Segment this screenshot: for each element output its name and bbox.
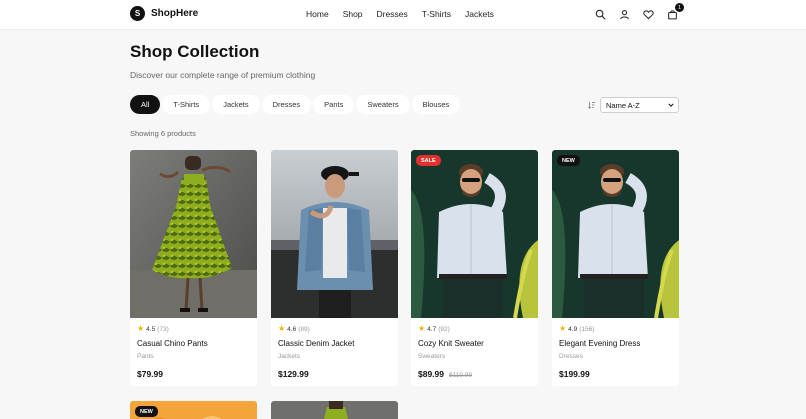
cart-count-badge: 1 [675,3,684,12]
sort-control: Name A-Z [588,96,679,114]
main-nav: Home Shop Dresses T-Shirts Jackets [306,9,494,19]
nav-home[interactable]: Home [306,9,329,19]
product-price: $79.99 [137,369,163,379]
product-image[interactable] [411,150,538,318]
rating-value: 4.6 [287,325,297,333]
star-icon: ★ [418,324,426,333]
filter-all[interactable]: All [130,95,161,114]
review-count: (73) [157,325,169,333]
review-count: (89) [298,325,310,333]
filter-t-shirts[interactable]: T-Shirts [162,95,211,114]
product-card[interactable]: NEW ★ 4.9 (156) Elegant Evening Dress Dr… [552,150,679,386]
rating-value: 4.9 [568,325,578,333]
product-price-row: $79.99 [137,369,163,379]
product-category: Sweaters [418,353,446,360]
product-name[interactable]: Casual Chino Pants [137,339,208,348]
product-rating: ★ 4.9 (156) [559,325,594,333]
product-image[interactable] [552,150,679,318]
sort-icon [588,96,596,114]
rating-value: 4.5 [146,325,156,333]
user-icon[interactable] [618,8,631,21]
results-count: Showing 6 products [130,129,196,138]
product-price: $129.99 [278,369,309,379]
sort-select[interactable]: Name A-Z [600,97,679,113]
star-icon: ★ [278,324,286,333]
filter-blouses[interactable]: Blouses [411,95,461,114]
new-badge: NEW [557,155,580,166]
nav-t-shirts[interactable]: T-Shirts [422,9,451,19]
product-name[interactable]: Elegant Evening Dress [559,339,640,348]
nav-dresses[interactable]: Dresses [377,9,408,19]
heart-icon[interactable] [642,8,655,21]
filter-pants[interactable]: Pants [313,95,355,114]
original-price: $119.99 [449,372,473,379]
sort-selected-value: Name A-Z [606,100,640,110]
nav-shop[interactable]: Shop [343,9,363,19]
category-filters: All T-Shirts Jackets Dresses Pants Sweat… [130,95,461,114]
new-badge: NEW [135,406,158,417]
review-count: (156) [579,325,595,333]
product-card[interactable]: NEW [130,401,257,419]
product-price: $89.99 [418,369,444,379]
product-price-row: $199.99 [559,369,590,379]
page-subtitle: Discover our complete range of premium c… [130,70,316,80]
star-icon: ★ [559,324,567,333]
bag-icon[interactable]: 1 [666,3,684,21]
product-rating: ★ 4.7 (92) [418,325,450,333]
sale-badge: SALE [416,155,441,166]
product-category: Jackets [278,353,301,360]
product-category: Pants [137,353,154,360]
site-header: S ShopHere Home Shop Dresses T-Shirts Ja… [0,0,806,30]
search-icon[interactable] [594,8,607,21]
chevron-down-icon [668,101,674,110]
filter-sweaters[interactable]: Sweaters [356,95,410,114]
product-price-row: $89.99 $119.99 [418,369,472,379]
brand-logo[interactable]: S ShopHere [130,6,198,21]
rating-value: 4.7 [427,325,437,333]
nav-jackets[interactable]: Jackets [465,9,494,19]
product-card[interactable]: ★ 4.5 (73) Casual Chino Pants Pants $79.… [130,150,257,386]
brand-name: ShopHere [151,8,199,19]
product-card[interactable] [271,401,398,419]
star-icon: ★ [137,324,145,333]
product-name[interactable]: Classic Denim Jacket [278,339,354,348]
filter-dresses[interactable]: Dresses [261,95,312,114]
product-rating: ★ 4.6 (89) [278,325,310,333]
logo-mark: S [130,6,145,21]
product-category: Dresses [559,353,583,360]
page-title: Shop Collection [130,42,260,61]
header-actions: 1 [594,3,684,21]
product-price-row: $129.99 [278,369,309,379]
product-name[interactable]: Cozy Knit Sweater [418,339,484,348]
product-card[interactable]: SALE ★ 4.7 (92) Cozy Knit Sweater Sweate… [411,150,538,386]
product-image[interactable] [130,150,257,318]
product-card[interactable]: ★ 4.6 (89) Classic Denim Jacket Jackets … [271,150,398,386]
product-price: $199.99 [559,369,590,379]
filter-jackets[interactable]: Jackets [212,95,260,114]
product-image[interactable] [271,150,398,318]
product-rating: ★ 4.5 (73) [137,325,169,333]
review-count: (92) [438,325,450,333]
